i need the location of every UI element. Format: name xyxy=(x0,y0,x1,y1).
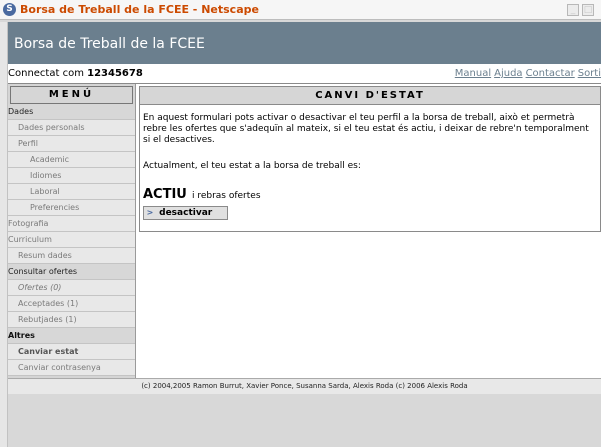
netscape-icon: S xyxy=(3,3,16,16)
top-links: Manual Ajuda Contactar Sorti xyxy=(452,68,601,79)
minimize-button[interactable]: _ xyxy=(567,4,579,16)
menu-item-academic[interactable]: Academic xyxy=(8,152,135,168)
connected-prefix: Connectat com xyxy=(8,68,84,79)
menu-item-acceptades-1[interactable]: Acceptades (1) xyxy=(8,296,135,312)
maximize-button[interactable]: □ xyxy=(582,4,594,16)
user-bar: Connectat com 12345678 Manual Ajuda Contac… xyxy=(8,64,601,84)
window-titlebar: S Borsa de Treball de la FCEE - Netscape… xyxy=(0,0,601,20)
connected-as: Connectat com 12345678 xyxy=(8,68,143,79)
menu-item-resum-dades[interactable]: Resum dades xyxy=(8,248,135,264)
status-suffix: i rebras ofertes xyxy=(191,191,261,201)
window-bottom-area xyxy=(8,394,601,447)
site-title: Borsa de Treball de la FCEE xyxy=(14,36,205,52)
menu-items: Dades Dades personals Perfil Academic Idiome… xyxy=(8,104,135,376)
menu-item-canviar-estat[interactable]: Canviar estat xyxy=(8,344,135,360)
menu-item-ofertes-0[interactable]: Ofertes (0) xyxy=(8,280,135,296)
current-status-label: Actualment, el teu estat a la borsa de t… xyxy=(143,161,361,171)
link-sortir[interactable]: Sorti xyxy=(578,68,601,79)
menu-item-perfil[interactable]: Perfil xyxy=(8,136,135,152)
arrow-right-icon: > xyxy=(146,208,154,217)
link-contactar[interactable]: Contactar xyxy=(526,68,575,79)
status-line: ACTIU i rebras ofertes xyxy=(143,183,261,202)
link-manual[interactable]: Manual xyxy=(455,68,491,79)
content-panel: CANVI D'ESTAT En aquest formulari pots a… xyxy=(139,86,601,232)
menu-item-canviar-contrasenya[interactable]: Canviar contrasenya xyxy=(8,360,135,376)
menu-item-dades-personals[interactable]: Dades personals xyxy=(8,120,135,136)
menu-item-curriculum[interactable]: Curriculum xyxy=(8,232,135,248)
window-title: Borsa de Treball de la FCEE - Netscape xyxy=(20,3,259,16)
menu-item-rebutjades-1[interactable]: Rebutjades (1) xyxy=(8,312,135,328)
menu-title: MENÚ xyxy=(10,86,133,104)
menu-item-dades: Dades xyxy=(8,104,135,120)
menu-item-preferencies[interactable]: Preferencies xyxy=(8,200,135,216)
menu-item-idiomes[interactable]: Idiomes xyxy=(8,168,135,184)
intro-text: En aquest formulari pots activar o desac… xyxy=(143,113,589,145)
link-ajuda[interactable]: Ajuda xyxy=(494,68,522,79)
content-title: CANVI D'ESTAT xyxy=(140,87,600,105)
footer: (c) 2004,2005 Ramon Burrut, Xavier Ponce… xyxy=(8,378,601,394)
user-id: 12345678 xyxy=(87,68,143,79)
sidebar-menu: MENÚ Dades Dades personals Perfil Academic I… xyxy=(8,84,136,378)
menu-item-laboral[interactable]: Laboral xyxy=(8,184,135,200)
site-header: Borsa de Treball de la FCEE xyxy=(8,22,601,64)
menu-item-fotografia[interactable]: Fotografia xyxy=(8,216,135,232)
window-left-edge xyxy=(0,22,8,447)
status-value: ACTIU xyxy=(143,187,187,202)
deactivate-button[interactable]: > desactivar xyxy=(143,206,228,220)
deactivate-button-label: desactivar xyxy=(159,208,213,218)
menu-item-consultar-ofertes: Consultar ofertes xyxy=(8,264,135,280)
menu-item-altres: Altres xyxy=(8,328,135,344)
main-area: MENÚ Dades Dades personals Perfil Academic I… xyxy=(8,84,601,378)
